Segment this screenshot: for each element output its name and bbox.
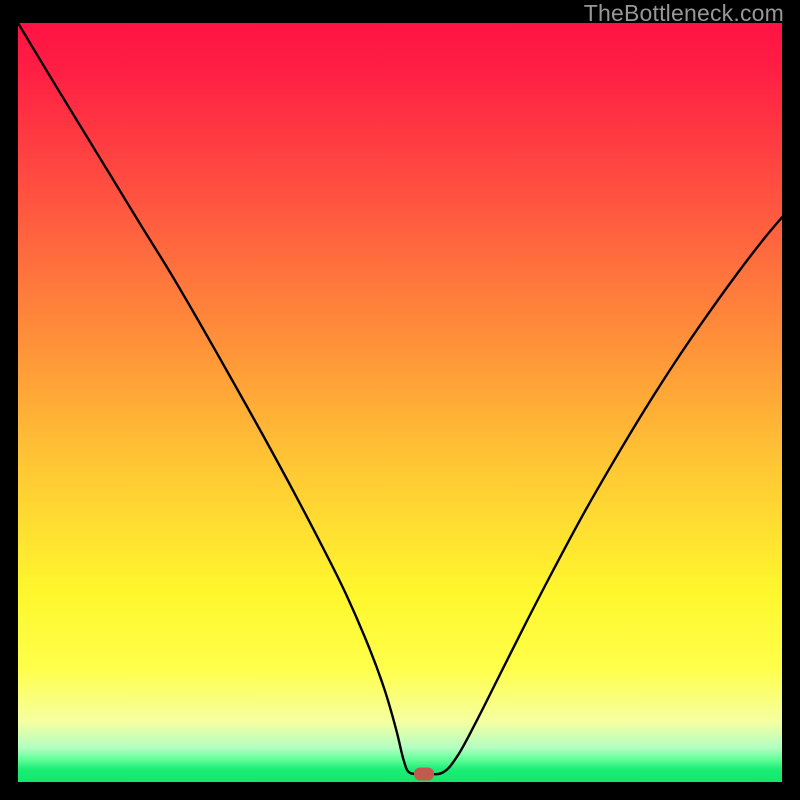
plot-area [18,23,782,782]
chart-stage: TheBottleneck.com [0,0,800,800]
bottleneck-curve [18,23,782,782]
optimum-marker [414,768,434,781]
